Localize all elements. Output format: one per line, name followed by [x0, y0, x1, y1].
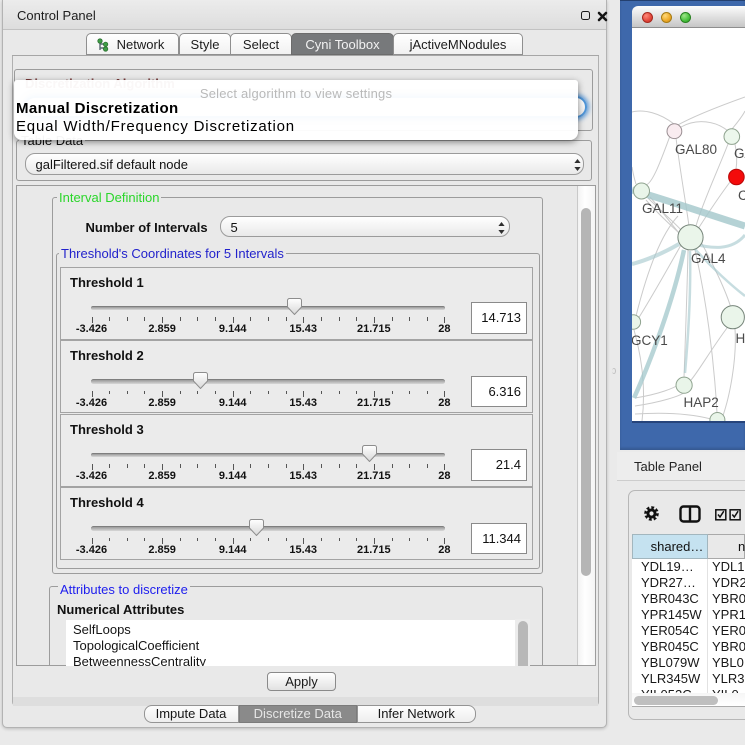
svg-text:H: H	[735, 331, 745, 346]
svg-text:GAL80: GAL80	[675, 142, 717, 157]
svg-text:GAL11: GAL11	[642, 201, 683, 216]
svg-text:GAL4: GAL4	[691, 251, 726, 266]
svg-text:GA: GA	[734, 146, 745, 161]
svg-text:GCY1: GCY1	[632, 333, 668, 348]
svg-text:C: C	[738, 188, 745, 203]
svg-text:HAP2: HAP2	[683, 395, 718, 410]
